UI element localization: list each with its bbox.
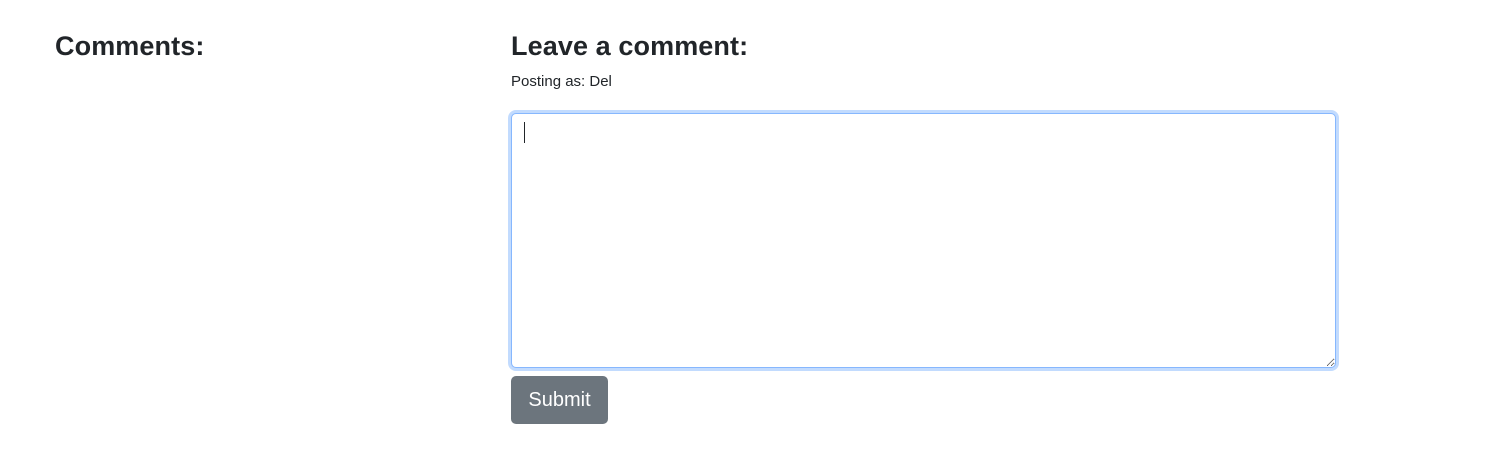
- submit-button[interactable]: Submit: [511, 376, 608, 424]
- posting-as-label: Posting as: Del: [511, 73, 612, 90]
- comment-textarea-wrapper: [511, 113, 1336, 368]
- comment-textarea[interactable]: [511, 113, 1336, 368]
- page: Comments: Leave a comment: Posting as: D…: [0, 0, 1493, 458]
- comments-heading: Comments:: [55, 31, 205, 61]
- comments-section: Comments:: [55, 27, 455, 65]
- comment-form: Leave a comment: Posting as: Del Submit: [511, 27, 1336, 424]
- leave-comment-heading: Leave a comment:: [511, 31, 749, 61]
